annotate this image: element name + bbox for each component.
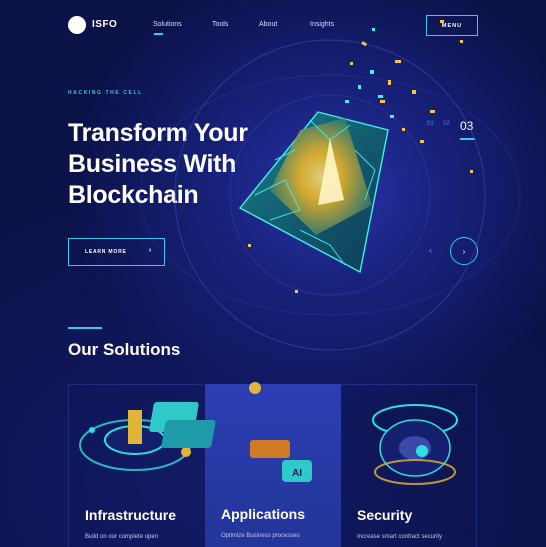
svg-text:AI: AI [292, 468, 302, 479]
card-description: Build on our complete open [85, 534, 159, 540]
shield-disc-icon [372, 404, 458, 485]
card-title: Security [357, 507, 413, 523]
crystal-cone-icon [238, 111, 389, 274]
card-description: Increase smart contract security [357, 534, 443, 540]
hero-illustration: AI [79, 20, 521, 485]
card-title: Infrastructure [85, 507, 177, 523]
ai-chip-stack-icon: AI [149, 382, 312, 482]
